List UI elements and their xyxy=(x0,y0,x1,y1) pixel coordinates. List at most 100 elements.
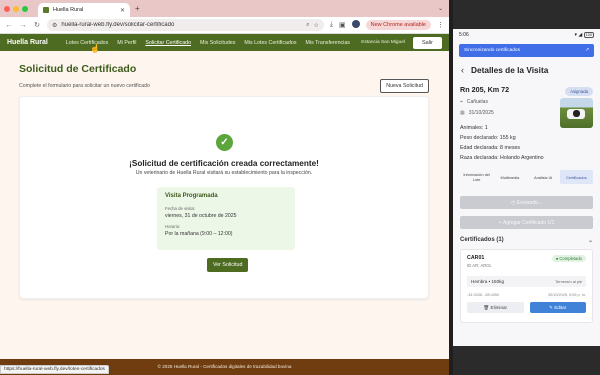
profile-avatar[interactable] xyxy=(351,20,360,30)
page-title: Solicitud de Certificado xyxy=(19,63,137,75)
calendar-icon: ▦ xyxy=(460,110,465,116)
phone-emulator: 5:06 ▾ ◢ 100 Sincronizando certificados … xyxy=(453,29,600,346)
animal-datetime: 30/10/2025, 5:05 p. m. xyxy=(548,293,586,297)
phone-status-bar: 5:06 ▾ ◢ 100 xyxy=(453,29,600,41)
new-request-button[interactable]: Nueva Solicitud xyxy=(380,79,429,93)
visit-title: Visita Programada xyxy=(165,193,218,199)
zoom-icon[interactable]: ⌕ xyxy=(306,22,309,29)
visit-date-value: viernes, 31 de octubre de 2025 xyxy=(165,213,237,219)
site-info-icon[interactable]: ⚙ xyxy=(52,22,57,29)
url-text[interactable]: huella-rural-web.fly.dev/solicitar-certi… xyxy=(61,22,302,28)
completed-badge: ● Completado xyxy=(551,255,586,262)
minimize-window-button[interactable] xyxy=(13,5,19,12)
cow-spot xyxy=(573,110,580,117)
success-card: ✓ ¡Solicitud de certificación creada cor… xyxy=(19,96,429,299)
phone-time: 5:06 xyxy=(459,32,469,38)
bookmark-star-icon[interactable]: ☆ xyxy=(314,22,319,29)
fact-breed: Raza declarada: Holando Argentino xyxy=(460,155,544,161)
tab-lot-info[interactable]: Información del Lote xyxy=(460,170,493,184)
sync-banner-text: Sincronizando certificados xyxy=(464,48,520,53)
delete-button[interactable]: 🗑 Eliminar xyxy=(467,302,524,313)
browser-menu-icon[interactable]: ⋮ xyxy=(437,21,444,29)
browser-toolbar: ← → ↻ ⚙ huella-rural-web.fly.dev/solicit… xyxy=(0,17,449,34)
app-brand[interactable]: Huella Rural xyxy=(7,39,48,46)
tab-certificates[interactable]: Certificados xyxy=(559,170,593,184)
certificate-actions: 🗑 Eliminar ✎ Editar xyxy=(467,302,586,313)
completed-badge-text: Completado xyxy=(559,256,582,261)
sync-icon: ↗ xyxy=(584,48,589,53)
animal-coordinates: -34.9336, -58.4350 xyxy=(467,293,500,297)
sync-banner: Sincronizando certificados ↗ xyxy=(459,44,594,57)
lot-facts: Animales: 1 Peso declarado: 155 kg Edad … xyxy=(460,125,593,161)
address-bar[interactable]: ⚙ huella-rural-web.fly.dev/solicitar-cer… xyxy=(47,19,324,31)
sending-button[interactable]: ◷ Enviando... xyxy=(460,196,593,209)
location-pin-icon: ⌖ xyxy=(460,99,463,105)
nav-mis-solicitudes[interactable]: Mis Solicitudes xyxy=(200,40,235,46)
web-page: Huella Rural Lotes Certificados Mi Perfi… xyxy=(0,34,449,375)
phone-status-icons: ▾ ◢ 100 xyxy=(574,32,594,38)
scheduled-visit-box: Visita Programada Fecha de visita: viern… xyxy=(157,187,295,250)
view-request-button[interactable]: Ver Solicitud xyxy=(207,258,249,272)
edit-button[interactable]: ✎ Editar xyxy=(529,302,586,313)
animal-geo-row: -34.9336, -58.4350 30/10/2025, 5:05 p. m… xyxy=(467,293,586,297)
certificates-title-text: Certificados (1) xyxy=(460,237,504,243)
app-navbar: Huella Rural Lotes Certificados Mi Perfi… xyxy=(0,34,449,51)
new-tab-icon[interactable]: + xyxy=(135,4,140,13)
certificate-card[interactable]: CAR01 ID AR: AR01 ● Completado Hembra • … xyxy=(460,249,593,323)
reload-icon[interactable]: ↻ xyxy=(33,21,41,29)
page-subtitle: Complete el formulario para solicitar un… xyxy=(19,83,150,89)
tab-ai-analysis[interactable]: Análisis IA xyxy=(527,170,560,184)
extensions-icon[interactable]: ▣ xyxy=(339,21,346,29)
logout-button[interactable]: Salir xyxy=(412,36,442,49)
status-badge: Asignada xyxy=(565,87,593,96)
battery-icon: 100 xyxy=(583,32,594,38)
maximize-window-button[interactable] xyxy=(22,5,28,12)
browser-tab[interactable]: Huella Rural ✕ xyxy=(38,3,130,17)
animal-category: Ternera/o al pie xyxy=(555,279,582,284)
chrome-update-button[interactable]: New Chrome available xyxy=(365,20,431,30)
sending-label: Enviando... xyxy=(516,199,542,206)
forward-icon[interactable]: → xyxy=(19,22,27,29)
back-arrow-icon[interactable]: ‹ xyxy=(461,65,464,75)
nav-mis-transferencias[interactable]: Mis Transferencias xyxy=(305,40,349,46)
tab-title: Huella Rural xyxy=(53,7,84,13)
nav-mi-perfil[interactable]: Mi Perfil xyxy=(117,40,136,46)
add-certificate-button[interactable]: + Agregar Certificado 1/1 xyxy=(460,216,593,229)
detail-tabs: Información del Lote Multimedia Análisis… xyxy=(460,170,593,184)
page-header: Solicitud de Certificado Complete el for… xyxy=(0,51,449,93)
close-window-button[interactable] xyxy=(4,5,10,12)
location-text: Cañuelas xyxy=(466,99,488,105)
nav-mis-lotes-certificados[interactable]: Mis Lotes Certificados xyxy=(244,40,296,46)
download-icon[interactable]: ⤓ xyxy=(330,21,333,29)
close-tab-icon[interactable]: ✕ xyxy=(120,7,125,14)
edit-label: Editar xyxy=(554,305,567,310)
date-text: 31/10/2025 xyxy=(468,110,494,116)
visit-time-value: Por la mañana (9:00 – 12:00) xyxy=(165,231,233,237)
establishment-name: Estancia San Miguel xyxy=(361,40,405,45)
tab-multimedia[interactable]: Multimedia xyxy=(493,170,526,184)
nav-lotes-certificados[interactable]: Lotes Certificados xyxy=(66,40,108,46)
main-nav: Lotes Certificados Mi Perfil Solicitar C… xyxy=(66,40,361,46)
cattle-photo[interactable] xyxy=(560,98,593,128)
nav-solicitar-certificado[interactable]: Solicitar Certificado xyxy=(145,40,191,46)
visit-date-label: Fecha de visita: xyxy=(165,206,196,211)
certificates-section-title: Certificados (1) ⌄ xyxy=(460,237,593,244)
tab-search-icon[interactable]: ⌄ xyxy=(438,5,443,12)
phone-header: ‹ Detalles de la Visita xyxy=(453,59,600,81)
chevron-down-icon[interactable]: ⌄ xyxy=(588,237,593,244)
tab-strip: Huella Rural ✕ + ⌄ xyxy=(0,0,449,17)
browser-window: Huella Rural ✕ + ⌄ ← → ↻ ⚙ huella-rural-… xyxy=(0,0,449,375)
animal-summary-row: Hembra • 150kg Ternera/o al pie xyxy=(467,276,586,287)
add-certificate-label: Agregar Certificado 1/1 xyxy=(502,219,555,226)
fact-age: Edad declarada: 8 meses xyxy=(460,145,521,151)
visit-details-content: Rn 205, Km 72 Asignada ⌖ Cañuelas ▦ 31/1… xyxy=(453,85,600,323)
animal-description: Hembra • 150kg xyxy=(471,279,505,284)
success-title: ¡Solicitud de certificación creada corre… xyxy=(129,159,319,168)
fact-weight: Peso declarado: 155 kg xyxy=(460,135,516,141)
window-controls xyxy=(4,5,28,12)
back-icon[interactable]: ← xyxy=(5,22,13,29)
mouse-cursor-icon: ☝ xyxy=(90,44,100,53)
status-bar-url: https://huella-rural-web.fly.dev/lotes-c… xyxy=(0,365,109,374)
visit-time-label: Horario: xyxy=(165,224,181,229)
delete-label: Eliminar xyxy=(490,305,508,310)
